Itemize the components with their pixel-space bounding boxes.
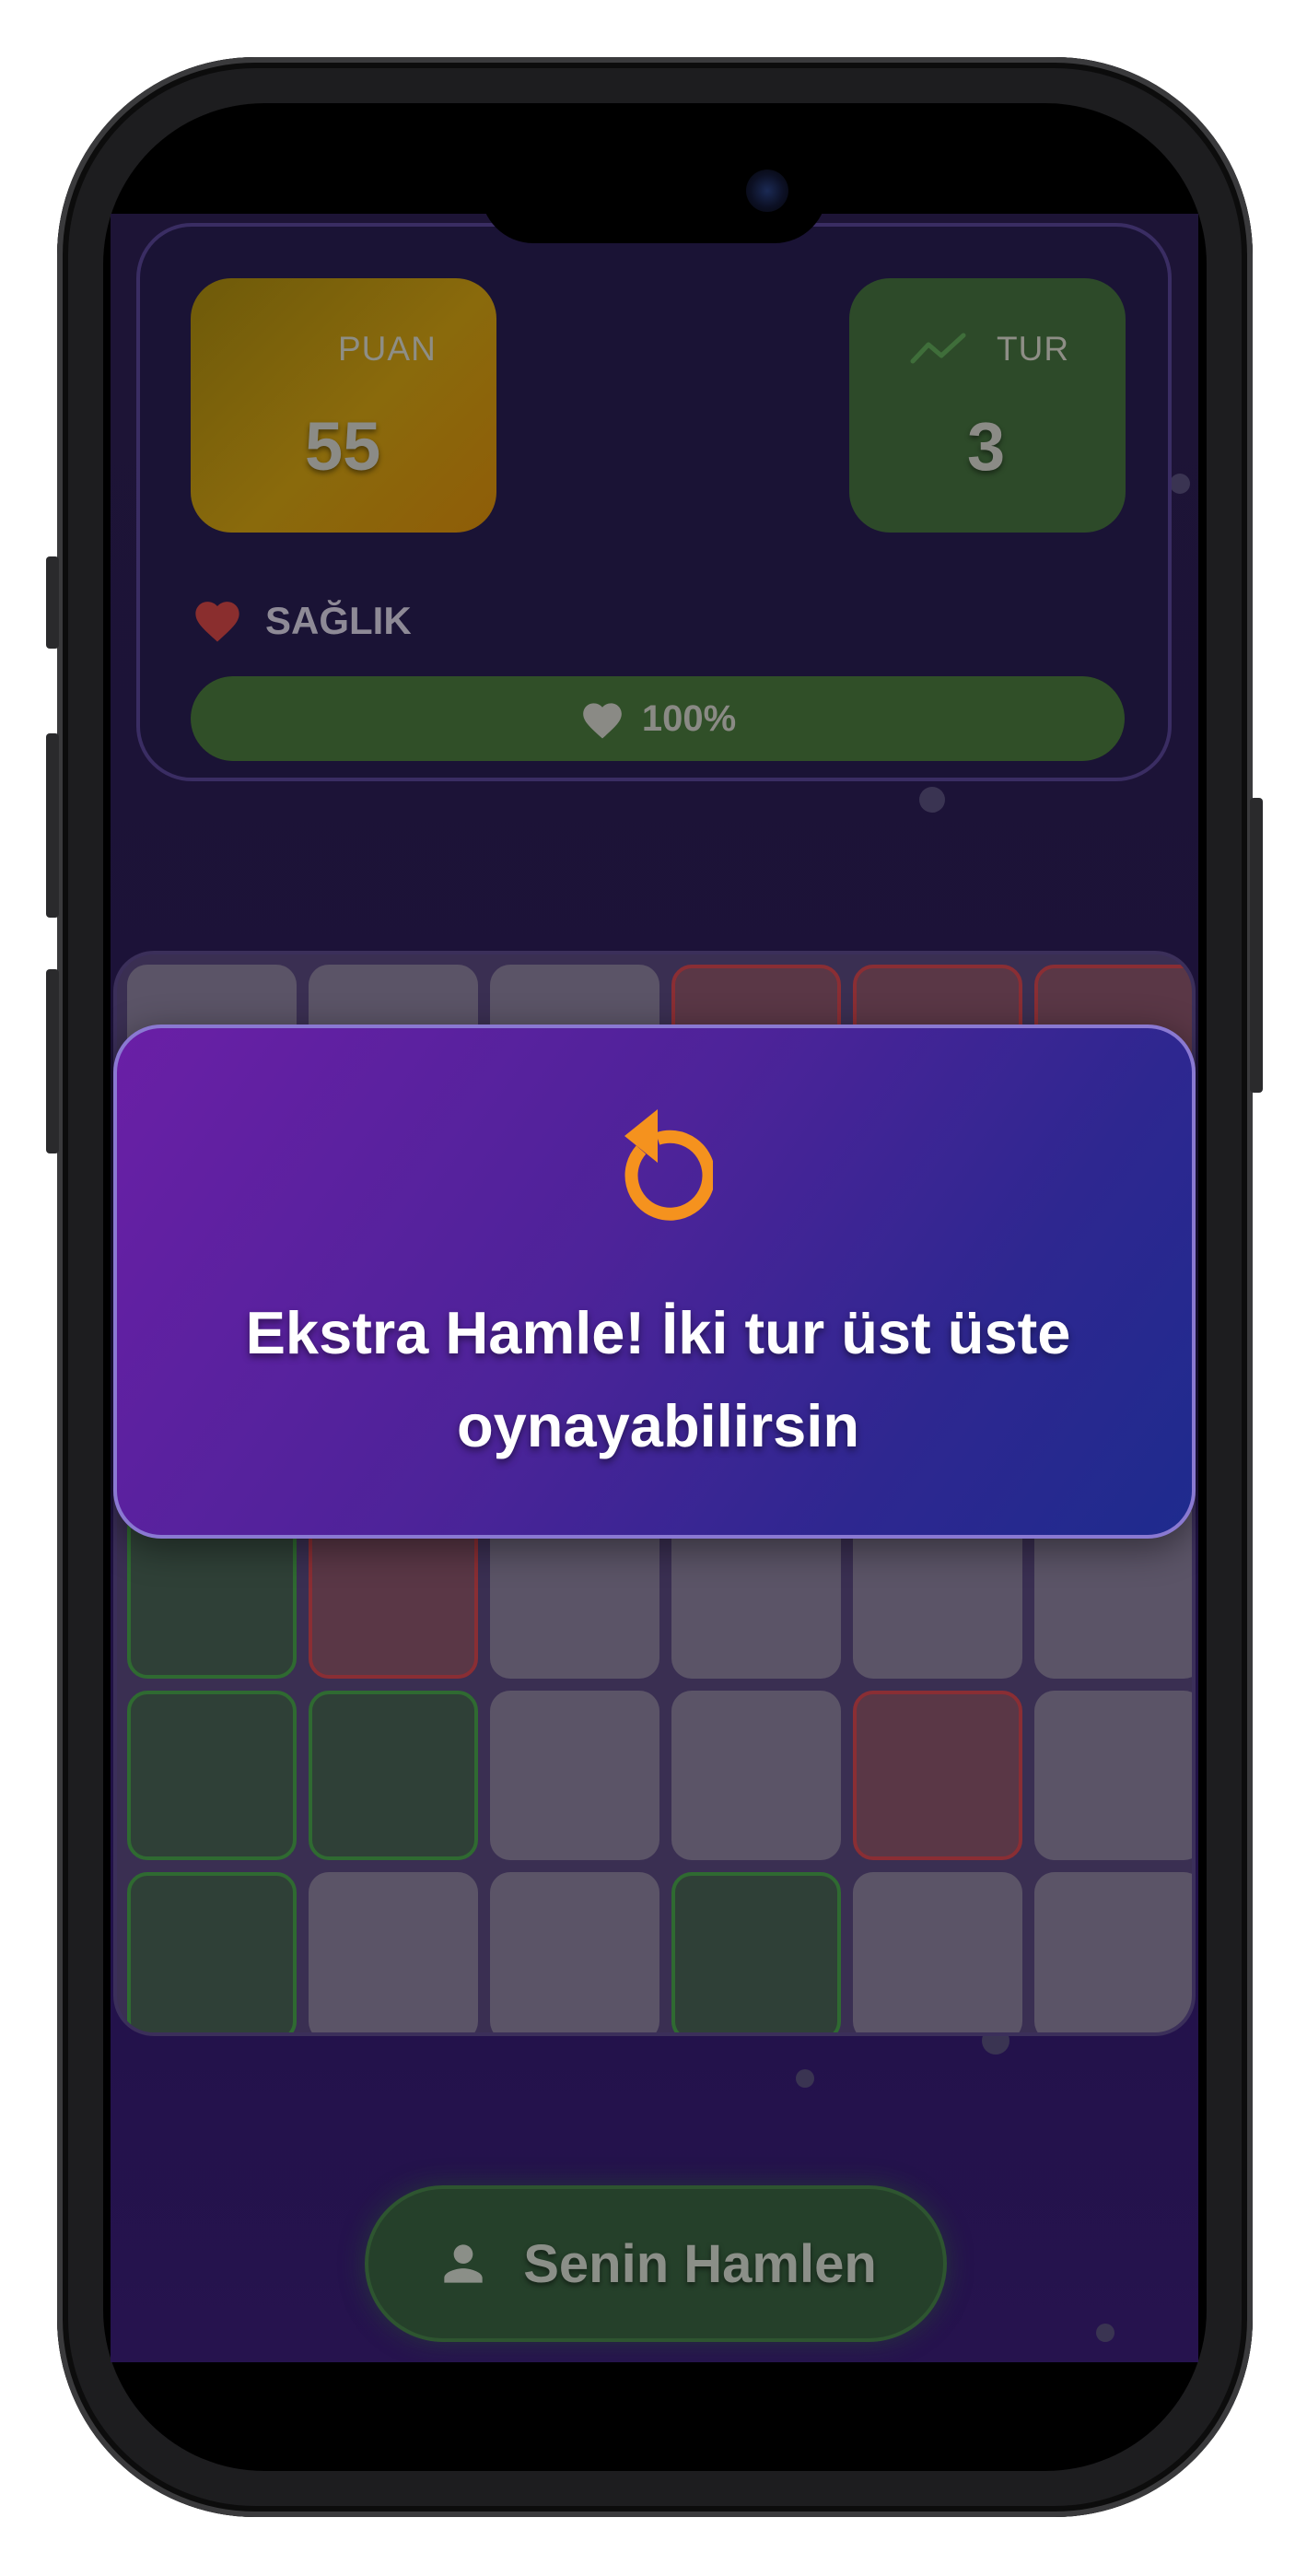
undo-icon: [624, 1109, 713, 1221]
camera-icon: [746, 170, 788, 212]
background-dot: [1170, 474, 1190, 494]
game-screen: PUAN 55 TUR 3 SAĞLIK 100% Ekstra Hamle! …: [111, 214, 1198, 2362]
board-cell-green[interactable]: [127, 1872, 297, 2032]
board-cell-neutral[interactable]: [853, 1872, 1022, 2032]
board-cell-green[interactable]: [671, 1872, 841, 2032]
heart-small-icon: [583, 703, 622, 739]
heart-icon: [195, 602, 239, 642]
turn-label: Senin Hamlen: [523, 2233, 877, 2294]
extra-move-toast: Ekstra Hamle! İki tur üst üste oynayabil…: [113, 1025, 1196, 1539]
background-dot: [1096, 2324, 1114, 2342]
dynamic-island: [481, 138, 827, 243]
side-button-action: [46, 556, 59, 649]
score-card: PUAN 55: [191, 278, 496, 533]
score-value: 55: [305, 408, 381, 485]
health-bar: 100%: [191, 676, 1125, 761]
background-dot: [796, 2069, 814, 2088]
background-dot: [919, 787, 945, 813]
board-cell-neutral[interactable]: [1034, 1872, 1192, 2032]
round-label: TUR: [997, 330, 1070, 368]
score-label: PUAN: [338, 330, 437, 368]
toast-message-line2: oynayabilirsin: [456, 1392, 860, 1459]
toast-message: Ekstra Hamle! İki tur üst üste oynayabil…: [200, 1286, 1116, 1472]
board-cell-red[interactable]: [853, 1691, 1022, 1860]
toast-message-line1: Ekstra Hamle! İki tur üst üste: [245, 1299, 1071, 1366]
board-cell-neutral[interactable]: [490, 1872, 659, 2032]
health-percent: 100%: [641, 697, 737, 739]
side-button-volume-up: [46, 733, 59, 918]
round-card: TUR 3: [849, 278, 1126, 533]
board-cell-neutral[interactable]: [490, 1691, 659, 1860]
board-cell-neutral[interactable]: [1034, 1691, 1192, 1860]
side-button-power: [1250, 798, 1263, 1093]
turn-indicator-button[interactable]: Senin Hamlen: [365, 2185, 947, 2342]
health-label: SAĞLIK: [265, 599, 412, 642]
board-cell-green[interactable]: [309, 1691, 478, 1860]
stats-panel: PUAN 55 TUR 3 SAĞLIK 100%: [136, 223, 1172, 781]
trending-up-icon: [910, 333, 966, 364]
board-cell-neutral[interactable]: [671, 1691, 841, 1860]
round-value: 3: [967, 408, 1006, 485]
side-button-volume-down: [46, 969, 59, 1153]
board-cell-green[interactable]: [127, 1691, 297, 1860]
board-cell-neutral[interactable]: [309, 1872, 478, 2032]
person-icon: [444, 2244, 483, 2283]
